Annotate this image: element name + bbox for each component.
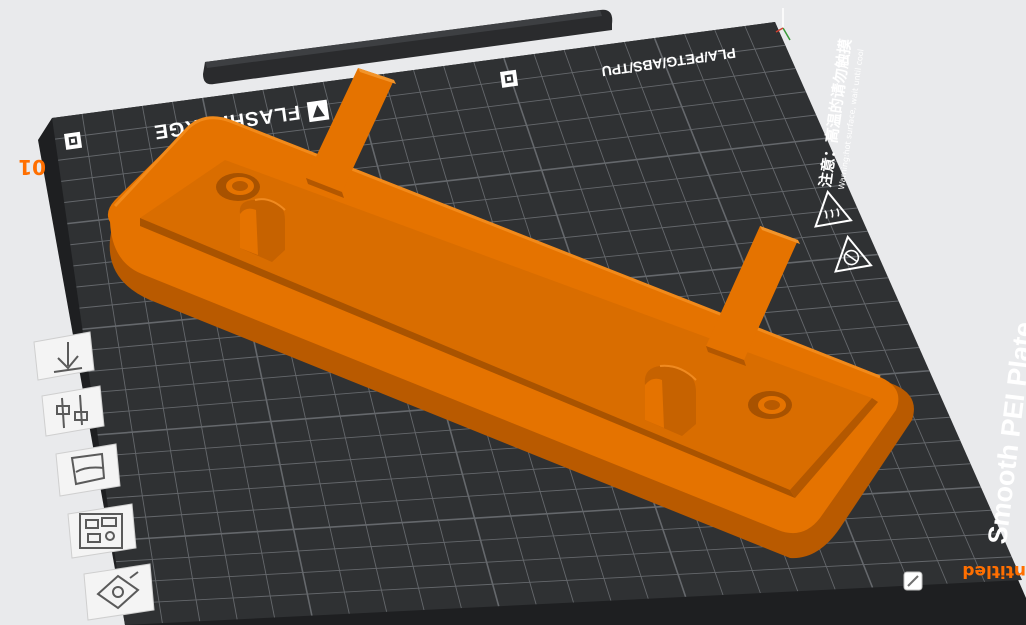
plate-index-label: 01 (18, 155, 46, 179)
mount-hole-right (748, 391, 792, 419)
layout-button[interactable] (67, 503, 137, 559)
edit-plate-name-icon[interactable] (903, 571, 923, 591)
mount-hole-left (216, 173, 260, 201)
flashforge-logo-icon (306, 99, 330, 123)
plate-corner-marker-icon (64, 131, 83, 150)
bed-plate-label: Smooth PEI Plate (982, 320, 1026, 546)
view-button[interactable] (83, 563, 155, 621)
plate-name-label: ntitled (962, 561, 1026, 581)
plate-corner-marker-icon (500, 69, 519, 88)
3d-viewport[interactable]: FLASHFORGE PLA/PETG/ABS/TPU 注意：高温的请勿触摸 W… (0, 0, 1026, 625)
